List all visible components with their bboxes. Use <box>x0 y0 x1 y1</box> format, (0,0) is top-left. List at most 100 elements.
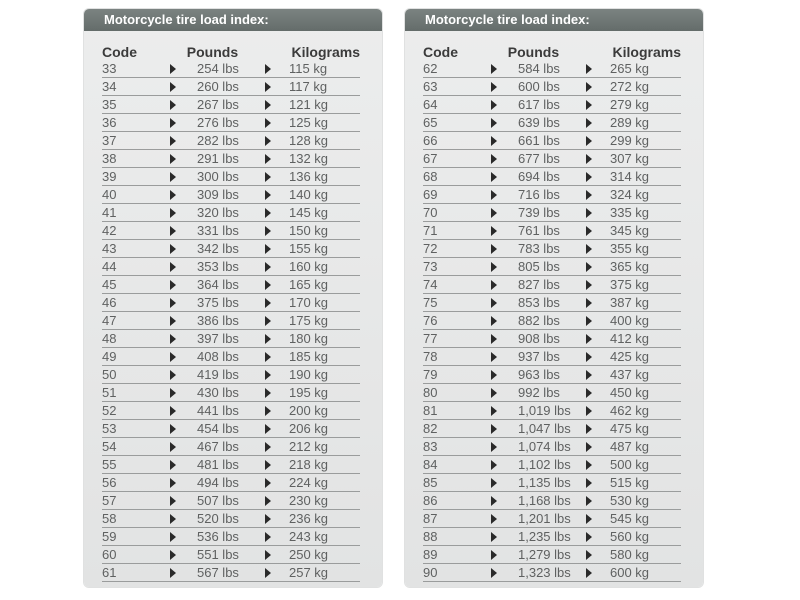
cell-pounds: 507 lbs <box>197 493 239 508</box>
cell-code: 52 <box>102 403 117 418</box>
triangle-right-icon <box>170 402 197 419</box>
cell-pounds: 1,235 lbs <box>518 529 571 544</box>
triangle-right-icon <box>170 330 197 347</box>
cell-pounds: 386 lbs <box>197 313 239 328</box>
table-row: 46 375 lbs 170 kg <box>102 294 360 312</box>
table-row: 52 441 lbs 200 kg <box>102 402 360 420</box>
triangle-right-icon <box>265 348 289 365</box>
triangle-right-icon <box>491 492 518 509</box>
cell-kilograms: 450 kg <box>610 385 650 400</box>
table-row: 35 267 lbs 121 kg <box>102 96 360 114</box>
triangle-right-icon <box>491 150 518 167</box>
cell-kilograms: 115 kg <box>289 61 328 76</box>
table-row: 47 386 lbs 175 kg <box>102 312 360 330</box>
triangle-right-icon <box>170 258 197 275</box>
triangle-right-icon <box>491 294 518 311</box>
triangle-right-icon <box>265 384 289 401</box>
triangle-right-icon <box>265 150 289 167</box>
triangle-right-icon <box>265 168 289 185</box>
cell-kilograms: 125 kg <box>289 115 329 130</box>
triangle-right-icon <box>586 330 610 347</box>
table-row: 34 260 lbs 117 kg <box>102 78 360 96</box>
cell-code: 68 <box>423 169 438 184</box>
load-index-table: Code Pounds Kilograms 62 584 lbs 265 kg 63 6… <box>423 42 681 582</box>
cell-code: 78 <box>423 349 438 364</box>
table-row: 87 1,201 lbs 545 kg <box>423 510 681 528</box>
header-code: Code <box>102 44 137 60</box>
cell-pounds: 853 lbs <box>518 295 560 310</box>
cell-kilograms: 314 kg <box>610 169 650 184</box>
triangle-right-icon <box>265 366 289 383</box>
triangle-right-icon <box>586 114 610 131</box>
triangle-right-icon <box>265 312 289 329</box>
triangle-right-icon <box>265 402 289 419</box>
triangle-right-icon <box>265 510 289 527</box>
cell-kilograms: 160 kg <box>289 259 329 274</box>
cell-code: 84 <box>423 457 438 472</box>
triangle-right-icon <box>491 330 518 347</box>
cell-code: 83 <box>423 439 438 454</box>
cell-kilograms: 412 kg <box>610 331 650 346</box>
table-row: 43 342 lbs 155 kg <box>102 240 360 258</box>
table-row: 48 397 lbs 180 kg <box>102 330 360 348</box>
cell-code: 77 <box>423 331 438 346</box>
cell-code: 37 <box>102 133 117 148</box>
cell-kilograms: 462 kg <box>610 403 650 418</box>
cell-pounds: 739 lbs <box>518 205 560 220</box>
triangle-right-icon <box>265 546 289 563</box>
triangle-right-icon <box>491 510 518 527</box>
cell-kilograms: 324 kg <box>610 187 650 202</box>
cell-code: 45 <box>102 277 117 292</box>
cell-code: 89 <box>423 547 438 562</box>
cell-kilograms: 121 kg <box>289 97 329 112</box>
cell-code: 58 <box>102 511 117 526</box>
cell-code: 63 <box>423 79 438 94</box>
cell-code: 82 <box>423 421 438 436</box>
triangle-right-icon <box>265 132 289 149</box>
triangle-right-icon <box>265 492 289 509</box>
cell-kilograms: 145 kg <box>289 205 329 220</box>
triangle-right-icon <box>586 402 610 419</box>
cell-pounds: 267 lbs <box>197 97 239 112</box>
header-kilograms: Kilograms <box>612 44 681 60</box>
cell-pounds: 408 lbs <box>197 349 239 364</box>
cell-kilograms: 437 kg <box>610 367 650 382</box>
triangle-right-icon <box>491 60 518 77</box>
cell-kilograms: 195 kg <box>289 385 329 400</box>
triangle-right-icon <box>265 420 289 437</box>
cell-code: 50 <box>102 367 117 382</box>
cell-code: 80 <box>423 385 438 400</box>
triangle-right-icon <box>170 276 197 293</box>
cell-kilograms: 515 kg <box>610 475 650 490</box>
cell-pounds: 694 lbs <box>518 169 560 184</box>
triangle-right-icon <box>491 546 518 563</box>
cell-code: 76 <box>423 313 438 328</box>
cell-kilograms: 150 kg <box>289 223 329 238</box>
cell-pounds: 276 lbs <box>197 115 239 130</box>
triangle-right-icon <box>491 78 518 95</box>
cell-pounds: 520 lbs <box>197 511 239 526</box>
cell-kilograms: 345 kg <box>610 223 650 238</box>
cell-pounds: 761 lbs <box>518 223 560 238</box>
cell-kilograms: 580 kg <box>610 547 650 562</box>
cell-code: 44 <box>102 259 117 274</box>
cell-pounds: 260 lbs <box>197 79 239 94</box>
triangle-right-icon <box>265 474 289 491</box>
cell-code: 54 <box>102 439 117 454</box>
triangle-right-icon <box>170 186 197 203</box>
triangle-right-icon <box>586 276 610 293</box>
cell-code: 75 <box>423 295 438 310</box>
cell-pounds: 584 lbs <box>518 61 560 76</box>
cell-kilograms: 279 kg <box>610 97 650 112</box>
cell-pounds: 481 lbs <box>197 457 239 472</box>
cell-pounds: 937 lbs <box>518 349 560 364</box>
cell-pounds: 1,279 lbs <box>518 547 571 562</box>
cell-code: 46 <box>102 295 117 310</box>
triangle-right-icon <box>170 438 197 455</box>
cell-kilograms: 257 kg <box>289 565 329 580</box>
table-row: 65 639 lbs 289 kg <box>423 114 681 132</box>
cell-code: 86 <box>423 493 438 508</box>
triangle-right-icon <box>170 474 197 491</box>
cell-pounds: 827 lbs <box>518 277 560 292</box>
triangle-right-icon <box>491 384 518 401</box>
